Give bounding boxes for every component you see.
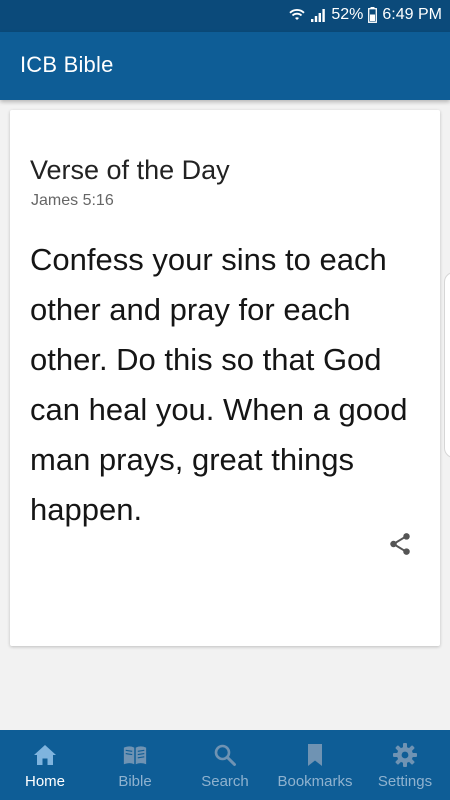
signal-icon (310, 8, 326, 23)
bookmark-icon (302, 742, 328, 768)
app-title: ICB Bible (20, 52, 114, 77)
verse-of-the-day-card: Verse of the Day James 5:16 Confess your… (10, 110, 440, 646)
nav-bookmarks-label: Bookmarks (277, 773, 353, 790)
nav-search[interactable]: Search (180, 730, 270, 800)
wifi-icon (289, 8, 306, 22)
share-button[interactable] (384, 530, 416, 562)
status-bar: 52% 6:49 PM (0, 0, 450, 32)
share-icon (387, 531, 413, 562)
book-icon (122, 742, 148, 768)
nav-bible-label: Bible (118, 773, 152, 790)
nav-bible[interactable]: Bible (90, 730, 180, 800)
status-indicators: 52% 6:49 PM (289, 6, 442, 24)
verse-reference: James 5:16 (31, 192, 114, 209)
card-title: Verse of the Day (30, 155, 230, 185)
search-icon (212, 742, 238, 768)
bottom-navigation: Home Bible Search Bookmarks Settings (0, 730, 450, 800)
next-card-peek[interactable] (444, 272, 450, 458)
nav-bookmarks[interactable]: Bookmarks (270, 730, 360, 800)
verse-text: Confess your sins to each other and pray… (30, 242, 408, 527)
nav-home-label: Home (24, 773, 65, 790)
clock: 6:49 PM (382, 6, 442, 23)
nav-settings[interactable]: Settings (360, 730, 450, 800)
main-content[interactable]: Verse of the Day James 5:16 Confess your… (0, 100, 450, 730)
battery-percent: 52% (331, 6, 364, 23)
nav-home[interactable]: Home (0, 730, 90, 800)
home-icon (32, 742, 58, 768)
gear-icon (392, 742, 418, 768)
nav-settings-label: Settings (377, 773, 433, 790)
app-bar: ICB Bible (0, 32, 450, 100)
battery-icon (368, 7, 378, 23)
nav-search-label: Search (201, 773, 249, 790)
